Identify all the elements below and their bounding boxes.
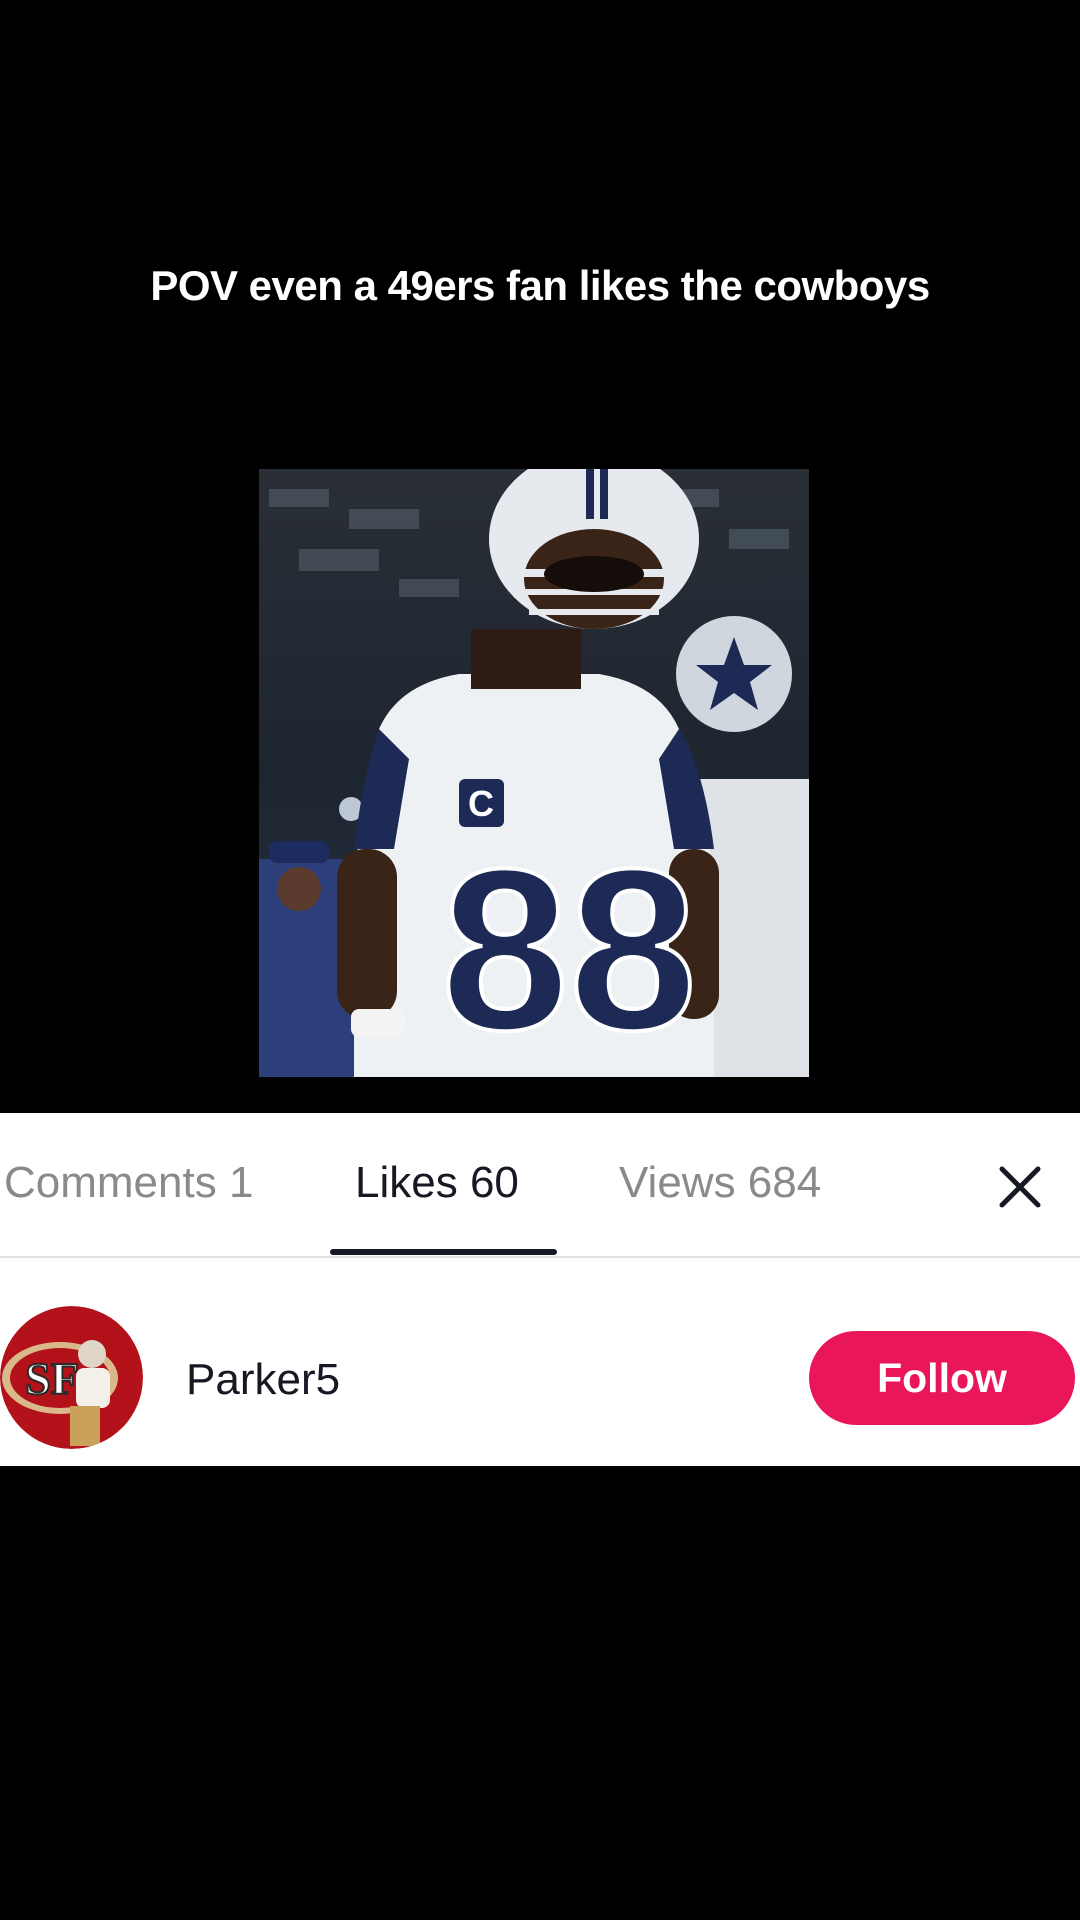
tab-bar: Comments 1 Likes 60 Views 684 (0, 1113, 1080, 1258)
active-tab-indicator (330, 1249, 557, 1255)
close-button[interactable] (996, 1163, 1044, 1211)
tab-likes[interactable]: Likes 60 (355, 1158, 519, 1208)
like-username[interactable]: Parker5 (186, 1355, 340, 1405)
avatar[interactable]: SF (0, 1306, 143, 1449)
svg-text:C: C (468, 783, 494, 824)
follow-button[interactable]: Follow (809, 1331, 1075, 1425)
video-caption: POV even a 49ers fan likes the cowboys (150, 262, 930, 309)
svg-text:88: 88 (441, 821, 697, 1077)
tab-views[interactable]: Views 684 (619, 1158, 821, 1208)
svg-text:SF: SF (25, 1353, 79, 1404)
close-icon (999, 1166, 1041, 1208)
video-frame-image[interactable]: C 88 (259, 469, 809, 1077)
tab-comments[interactable]: Comments 1 (4, 1158, 253, 1208)
